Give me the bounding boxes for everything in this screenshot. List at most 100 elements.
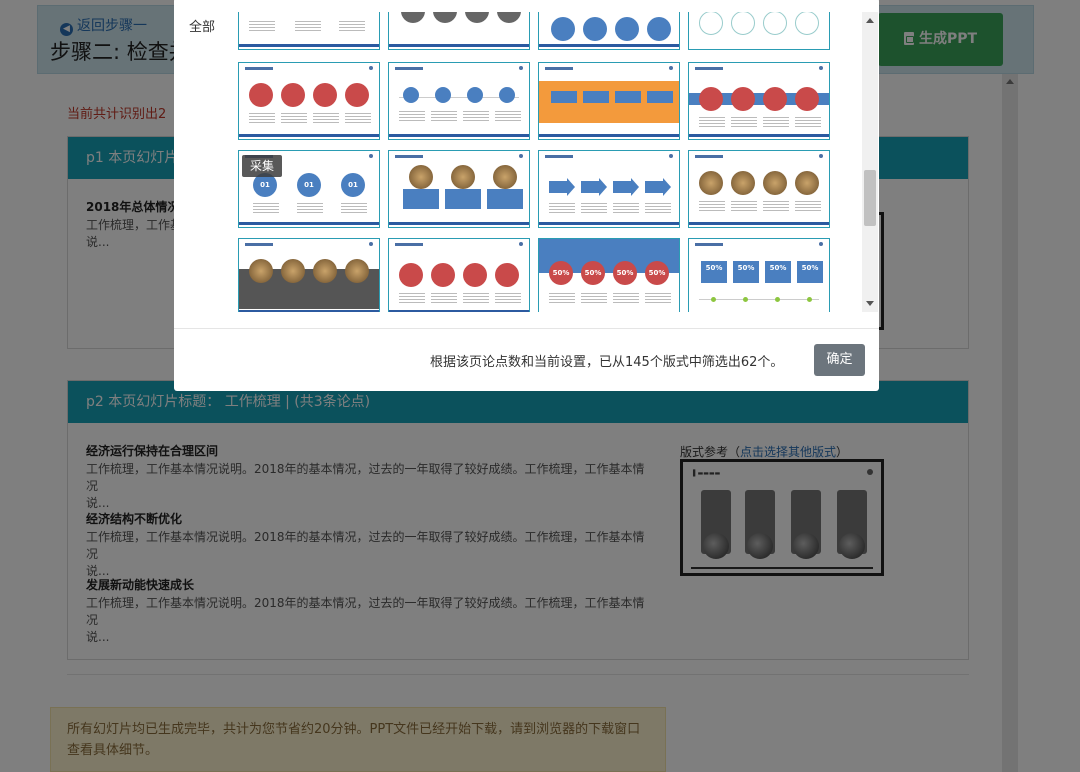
- template-dot: [711, 297, 716, 302]
- template-circle: [345, 83, 369, 107]
- template-icon-box: [615, 91, 641, 103]
- template-circle: [435, 87, 451, 103]
- modal-scrollbar[interactable]: [862, 12, 878, 312]
- template-title: [395, 243, 423, 246]
- template-photo-circle: [249, 259, 273, 283]
- template-dot: [807, 297, 812, 302]
- layout-template-grid: 01 01 01 50% 50% 50% 50% 50% 50% 50% 50%: [234, 12, 864, 312]
- template-text: [495, 293, 521, 305]
- template-text: [249, 113, 275, 125]
- template-circle: 01: [341, 173, 365, 197]
- template-title: [395, 67, 423, 70]
- template-circle: [731, 87, 755, 111]
- layout-template[interactable]: [538, 62, 680, 140]
- template-photo-circle: [409, 165, 433, 189]
- template-text: [431, 111, 457, 123]
- layout-template[interactable]: [388, 150, 530, 228]
- template-footer: [239, 44, 379, 47]
- scrollbar-thumb[interactable]: [864, 170, 876, 226]
- layout-template[interactable]: [688, 12, 830, 50]
- template-circle: [401, 12, 425, 23]
- template-arrow: [581, 178, 607, 196]
- template-footer: [239, 310, 379, 312]
- template-title: [545, 67, 573, 70]
- template-text: [297, 203, 323, 215]
- layout-template[interactable]: [538, 12, 680, 50]
- template-footer: [689, 222, 829, 225]
- template-text-box: [403, 189, 439, 209]
- scroll-down-icon[interactable]: [866, 301, 874, 306]
- template-photo-circle: [731, 171, 755, 195]
- template-text: [613, 293, 639, 305]
- template-circle: [403, 87, 419, 103]
- template-circle: [647, 17, 671, 41]
- collect-button[interactable]: 采集: [242, 155, 282, 177]
- template-arrow: [613, 178, 639, 196]
- template-circle: [795, 87, 819, 111]
- template-footer: [389, 134, 529, 137]
- layout-template[interactable]: [238, 62, 380, 140]
- layout-template[interactable]: [238, 238, 380, 312]
- template-text: [699, 201, 725, 213]
- template-text: [763, 201, 789, 213]
- template-text: [463, 293, 489, 305]
- template-circle: [249, 83, 273, 107]
- filter-summary: 根据该页论点数和当前设置，已从145个版式中筛选出62个。: [430, 355, 784, 370]
- template-text: [341, 203, 367, 215]
- layout-template[interactable]: [388, 12, 530, 50]
- template-circle: [465, 12, 489, 23]
- template-text-box: [445, 189, 481, 209]
- confirm-button[interactable]: 确定: [814, 344, 865, 376]
- template-circle: [497, 12, 521, 23]
- layout-template[interactable]: [538, 150, 680, 228]
- template-title: [695, 67, 723, 70]
- template-text: [281, 113, 307, 125]
- template-circle: [499, 87, 515, 103]
- layout-template[interactable]: [688, 150, 830, 228]
- template-footer: [689, 134, 829, 137]
- template-photo-circle: [281, 259, 305, 283]
- template-circle: [699, 12, 723, 35]
- scroll-up-icon[interactable]: [866, 18, 874, 23]
- template-circle: [763, 12, 787, 35]
- template-text: [463, 111, 489, 123]
- template-photo-circle: [313, 259, 337, 283]
- template-photo-circle: [493, 165, 517, 189]
- layout-template[interactable]: [388, 238, 530, 312]
- template-text: [313, 113, 339, 125]
- template-text: [399, 111, 425, 123]
- template-circle: [583, 17, 607, 41]
- layout-template[interactable]: [388, 62, 530, 140]
- template-circle: [399, 263, 423, 287]
- template-icon-box: [647, 91, 673, 103]
- template-text: [795, 201, 821, 213]
- template-logo: [519, 242, 523, 246]
- template-circle: 50%: [549, 261, 573, 285]
- template-title: [695, 155, 723, 158]
- template-circle: 50%: [613, 261, 637, 285]
- template-logo: [819, 66, 823, 70]
- layout-template[interactable]: 50% 50% 50% 50%: [538, 238, 680, 312]
- template-text: [431, 293, 457, 305]
- template-stat-box: 50%: [701, 261, 727, 283]
- template-icon-box: [583, 91, 609, 103]
- template-photo-circle: [795, 171, 819, 195]
- template-text: [731, 117, 757, 129]
- template-footer: [539, 44, 679, 47]
- template-stat-box: 50%: [733, 261, 759, 283]
- template-text: [645, 203, 671, 215]
- template-logo: [369, 66, 373, 70]
- template-text: [495, 111, 521, 123]
- layout-template[interactable]: [238, 12, 380, 50]
- template-logo: [369, 154, 373, 158]
- template-text: [339, 21, 365, 33]
- template-title: [245, 67, 273, 70]
- layout-template[interactable]: [688, 62, 830, 140]
- filter-all-tab[interactable]: 全部: [189, 16, 215, 35]
- layout-picker-modal: 全部 01 01 01 50% 50% 50% 50% 50% 50% 50% …: [174, 0, 879, 391]
- template-dot: [775, 297, 780, 302]
- template-title: [695, 243, 723, 246]
- template-photo-circle: [699, 171, 723, 195]
- template-circle: [763, 87, 787, 111]
- layout-template[interactable]: 50% 50% 50% 50%: [688, 238, 830, 312]
